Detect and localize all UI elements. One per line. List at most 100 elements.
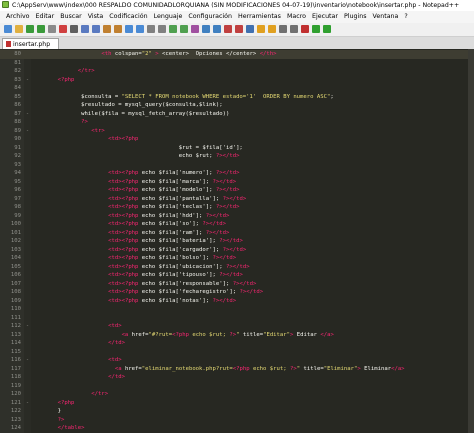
zoom-in-icon[interactable] bbox=[158, 25, 166, 33]
menu-item[interactable]: Codificación bbox=[109, 13, 147, 20]
code-line[interactable]: 88 ?> bbox=[0, 118, 474, 127]
code-line[interactable]: 107 <td><?php echo $fila['responsable'];… bbox=[0, 280, 474, 289]
undo-icon[interactable] bbox=[114, 25, 122, 33]
code-editor[interactable]: 80 <th colspan="2" > <center> Opciones <… bbox=[0, 49, 474, 433]
fold-toggle-icon[interactable]: - bbox=[25, 76, 30, 85]
code-line[interactable]: 104 <td><?php echo $fila['bolso']; ?></t… bbox=[0, 254, 474, 263]
code-line[interactable]: 115 bbox=[0, 348, 474, 357]
code-line[interactable]: 121- <?php bbox=[0, 399, 474, 408]
code-line[interactable]: 110 bbox=[0, 305, 474, 314]
code-line[interactable]: 83- <?php bbox=[0, 76, 474, 85]
menu-item[interactable]: Plugins bbox=[344, 13, 367, 20]
redo-icon[interactable] bbox=[125, 25, 133, 33]
function-list-icon[interactable] bbox=[246, 25, 254, 33]
paste-icon[interactable] bbox=[103, 25, 111, 33]
code-line[interactable]: 90 <td><?php bbox=[0, 135, 474, 144]
menu-item[interactable]: Ejecutar bbox=[312, 13, 338, 20]
code-line[interactable]: 105 <td><?php echo $fila['ubicacion']; ?… bbox=[0, 263, 474, 272]
menu-item[interactable]: Ventana bbox=[373, 13, 399, 20]
menu-item[interactable]: ? bbox=[404, 13, 407, 20]
code-line[interactable]: 85 $consulta = "SELECT * FROM notebook W… bbox=[0, 93, 474, 102]
code-line[interactable]: 87- while($fila = mysql_fetch_array($res… bbox=[0, 110, 474, 119]
code-token: <td> bbox=[108, 170, 122, 176]
code-line[interactable]: 102 <td><?php echo $fila['bateria']; ?><… bbox=[0, 237, 474, 246]
code-line[interactable]: 96 <td><?php echo $fila['modelo']; ?></t… bbox=[0, 186, 474, 195]
open-file-icon[interactable] bbox=[15, 25, 23, 33]
fold-toggle-icon[interactable]: - bbox=[25, 110, 30, 119]
code-line[interactable]: 108 <td><?php echo $fila['fecharegistro'… bbox=[0, 288, 474, 297]
code-line[interactable]: 98 <td><?php echo $fila['teclas']; ?></t… bbox=[0, 203, 474, 212]
code-line[interactable]: 80 <th colspan="2" > <center> Opciones <… bbox=[0, 50, 474, 59]
code-line[interactable]: 124 </table> bbox=[0, 424, 474, 433]
code-line[interactable]: 111 bbox=[0, 314, 474, 323]
print-icon[interactable] bbox=[70, 25, 78, 33]
menu-item[interactable]: Buscar bbox=[60, 13, 82, 20]
all-chars-icon[interactable] bbox=[213, 25, 221, 33]
menu-item[interactable]: Herramientas bbox=[238, 13, 281, 20]
copy-icon[interactable] bbox=[92, 25, 100, 33]
code-line[interactable]: 86 $resultado = mysql_query($consulta,$l… bbox=[0, 101, 474, 110]
find-icon[interactable] bbox=[136, 25, 144, 33]
code-line[interactable]: 97 <td><?php echo $fila['pantalla']; ?><… bbox=[0, 195, 474, 204]
vertical-scrollbar[interactable] bbox=[468, 49, 474, 433]
code-line[interactable]: 120 </tr> bbox=[0, 390, 474, 399]
save-icon[interactable] bbox=[26, 25, 34, 33]
code-line[interactable]: 123 ?> bbox=[0, 416, 474, 425]
monitor-icon[interactable] bbox=[268, 25, 276, 33]
code-line[interactable]: 91 $rut = $fila['id']; bbox=[0, 144, 474, 153]
record-icon[interactable] bbox=[279, 25, 287, 33]
stop-icon[interactable] bbox=[290, 25, 298, 33]
code-line[interactable]: 95 <td><?php echo $fila['marca']; ?></td… bbox=[0, 178, 474, 187]
code-line[interactable]: 100 <td><?php echo $fila['so']; ?></td> bbox=[0, 220, 474, 229]
save-macro-icon[interactable] bbox=[323, 25, 331, 33]
tab-label: insertar.php bbox=[13, 41, 51, 48]
close-icon[interactable] bbox=[48, 25, 56, 33]
menu-item[interactable]: Editar bbox=[36, 13, 55, 20]
code-line[interactable]: 84 bbox=[0, 84, 474, 93]
code-line[interactable]: 114 </td> bbox=[0, 339, 474, 348]
menu-item[interactable]: Archivo bbox=[6, 13, 30, 20]
code-line[interactable]: 113 <a href="#?rut=<?php echo $rut; ?>" … bbox=[0, 331, 474, 340]
sync-v-icon[interactable] bbox=[180, 25, 188, 33]
code-line[interactable]: 93 bbox=[0, 161, 474, 170]
indent-guide-icon[interactable] bbox=[224, 25, 232, 33]
code-line[interactable]: 101 <td><?php echo $fila['ram']; ?></td> bbox=[0, 229, 474, 238]
replace-icon[interactable] bbox=[147, 25, 155, 33]
new-file-icon[interactable] bbox=[4, 25, 12, 33]
code-line[interactable]: 82 </tr> bbox=[0, 67, 474, 76]
code-line[interactable]: 117 <a href="eliminar_notebook.php?rut=<… bbox=[0, 365, 474, 374]
code-token: </table> bbox=[57, 425, 85, 431]
code-line[interactable]: 103 <td><?php echo $fila['cargador']; ?>… bbox=[0, 246, 474, 255]
code-line[interactable]: 116- <td> bbox=[0, 356, 474, 365]
save-all-icon[interactable] bbox=[37, 25, 45, 33]
menu-item[interactable]: Lenguaje bbox=[154, 13, 183, 20]
code-line[interactable]: 109 <td><?php echo $fila['notas']; ?></t… bbox=[0, 297, 474, 306]
cut-icon[interactable] bbox=[81, 25, 89, 33]
fold-toggle-icon[interactable]: - bbox=[25, 399, 30, 408]
sync-h-icon[interactable] bbox=[191, 25, 199, 33]
code-line[interactable]: 119 bbox=[0, 382, 474, 391]
code-line[interactable]: 92 echo $rut; ?></td> bbox=[0, 152, 474, 161]
fold-toggle-icon[interactable]: - bbox=[25, 322, 30, 331]
play-icon[interactable] bbox=[301, 25, 309, 33]
code-line[interactable]: 122 } bbox=[0, 407, 474, 416]
wrap-icon[interactable] bbox=[202, 25, 210, 33]
code-line[interactable]: 118 </td> bbox=[0, 373, 474, 382]
zoom-out-icon[interactable] bbox=[169, 25, 177, 33]
fold-toggle-icon[interactable]: - bbox=[25, 127, 30, 136]
code-line[interactable]: 106 <td><?php echo $fila['tipouso']; ?><… bbox=[0, 271, 474, 280]
code-line[interactable]: 99 <td><?php echo $fila['hdd']; ?></td> bbox=[0, 212, 474, 221]
menu-item[interactable]: Macro bbox=[287, 13, 306, 20]
menu-item[interactable]: Vista bbox=[88, 13, 104, 20]
folder-icon[interactable] bbox=[257, 25, 265, 33]
code-line[interactable]: 81 bbox=[0, 59, 474, 68]
code-line[interactable]: 89- <tr> bbox=[0, 127, 474, 136]
code-line[interactable]: 112- <td> bbox=[0, 322, 474, 331]
code-line[interactable]: 94 <td><?php echo $fila['numero']; ?></t… bbox=[0, 169, 474, 178]
menu-item[interactable]: Configuración bbox=[188, 13, 232, 20]
fold-toggle-icon[interactable]: - bbox=[25, 356, 30, 365]
close-all-icon[interactable] bbox=[59, 25, 67, 33]
play-multi-icon[interactable] bbox=[312, 25, 320, 33]
line-number: 124 bbox=[10, 425, 21, 431]
doc-map-icon[interactable] bbox=[235, 25, 243, 33]
